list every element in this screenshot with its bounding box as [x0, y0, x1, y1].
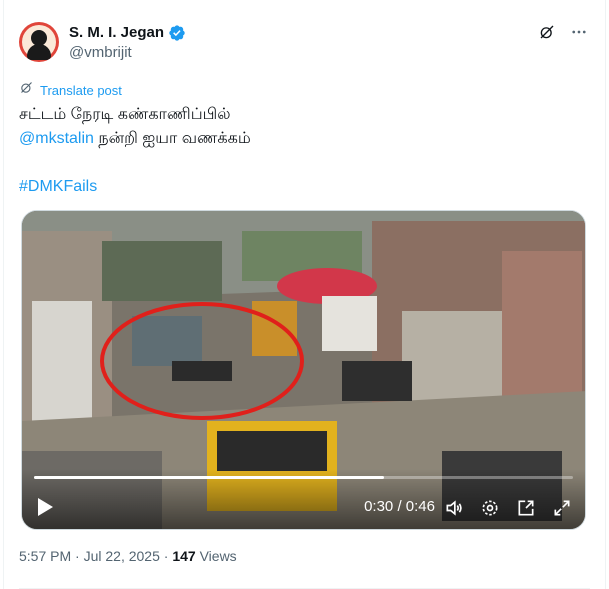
video-progress-fill: [34, 476, 385, 479]
tweet-header: S. M. I. Jegan @vmbrijit: [19, 20, 589, 64]
volume-icon[interactable]: [443, 497, 465, 519]
tweet-text: சட்டம் நேரடி கண்காணிப்பில் @mkstalin நன்…: [19, 103, 584, 199]
pip-icon[interactable]: [515, 497, 537, 519]
video-player[interactable]: 0:30 / 0:46: [21, 210, 586, 530]
fullscreen-icon[interactable]: [551, 497, 573, 519]
tweet-meta: 5:57 PM · Jul 22, 2025 · 147 Views: [19, 548, 237, 564]
video-progress-bar[interactable]: [34, 476, 573, 479]
video-duration: 0:46: [405, 498, 435, 515]
tweet-line-2: நன்றி ஐயா வணக்கம்: [93, 130, 251, 147]
post-date[interactable]: Jul 22, 2025: [84, 548, 160, 564]
views-count: 147: [172, 548, 196, 564]
video-time: 0:30 / 0:46: [364, 498, 435, 515]
mention-link[interactable]: @mkstalin: [19, 130, 94, 147]
author-block: S. M. I. Jegan @vmbrijit: [69, 23, 186, 63]
avatar[interactable]: [19, 22, 59, 62]
play-icon[interactable]: [36, 497, 54, 517]
author-handle[interactable]: @vmbrijit: [69, 43, 186, 63]
video-current-time: 0:30: [364, 498, 394, 515]
verified-badge-icon: [168, 24, 186, 42]
tweet-line-1: சட்டம் நேரடி கண்காணிப்பில்: [19, 106, 231, 123]
post-time[interactable]: 5:57 PM: [19, 548, 71, 564]
grok-icon[interactable]: [537, 22, 557, 42]
settings-icon[interactable]: [479, 497, 501, 519]
views-label: Views: [195, 548, 237, 564]
more-icon[interactable]: [569, 22, 589, 42]
translate-icon: [19, 80, 34, 100]
video-controls: 0:30 / 0:46: [22, 469, 585, 529]
hashtag-link[interactable]: #DMKFails: [19, 175, 584, 199]
author-display-name[interactable]: S. M. I. Jegan: [69, 23, 164, 43]
translate-post-link[interactable]: Translate post: [19, 80, 122, 100]
translate-label: Translate post: [40, 82, 122, 98]
